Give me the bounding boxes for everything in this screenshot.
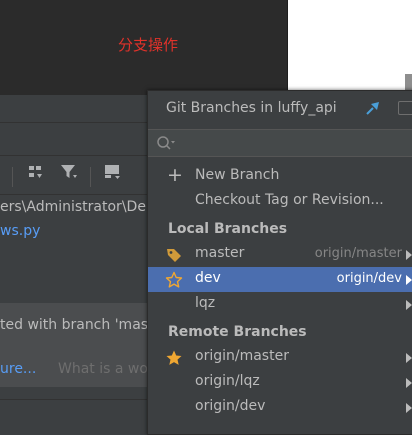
remote-branch-origin-master[interactable]: origin/master	[148, 345, 412, 370]
pin-icon[interactable]	[364, 99, 382, 117]
remote-branches-header: Remote Branches	[168, 324, 307, 340]
notification-hint[interactable]: What is a wo	[58, 361, 148, 377]
submenu-arrow-icon	[406, 378, 412, 388]
search-icon	[156, 135, 176, 153]
submenu-arrow-icon	[406, 300, 412, 310]
file-link[interactable]: ws.py	[0, 223, 40, 239]
toolbar-separator	[12, 167, 13, 187]
background-window-edge	[405, 0, 412, 74]
working-dir-path: ers\Administrator\De	[0, 199, 146, 215]
annotation-label: 分支操作	[118, 36, 179, 54]
remote-branch-origin-dev[interactable]: origin/dev	[148, 395, 412, 420]
action-label: New Branch	[195, 167, 280, 183]
local-branches-header: Local Branches	[168, 221, 288, 237]
action-label: Checkout Tag or Revision...	[195, 192, 384, 208]
local-branch-dev[interactable]: dev origin/dev	[148, 267, 412, 292]
branch-tracking: origin/dev	[336, 271, 402, 286]
submenu-arrow-icon	[406, 275, 412, 285]
branch-name: lqz	[195, 295, 216, 311]
toolbar-separator	[90, 167, 91, 187]
notification-link[interactable]: ure...	[0, 361, 36, 377]
star-filled-icon	[165, 349, 183, 367]
branch-name: origin/lqz	[195, 373, 260, 389]
popup-title: Git Branches in luffy_api	[166, 100, 337, 116]
local-branch-lqz[interactable]: lqz	[148, 292, 412, 317]
tag-icon	[165, 246, 183, 264]
checkout-tag-action[interactable]: Checkout Tag or Revision...	[148, 189, 412, 214]
popup-header: Git Branches in luffy_api	[148, 91, 412, 129]
local-branch-master[interactable]: master origin/master	[148, 242, 412, 267]
background-window	[288, 0, 405, 94]
group-icon[interactable]	[28, 164, 44, 184]
window-icon[interactable]	[398, 101, 412, 115]
branch-name: origin/dev	[195, 398, 266, 414]
branch-name: origin/master	[195, 348, 289, 364]
submenu-arrow-icon	[406, 403, 412, 413]
branch-name: dev	[195, 270, 221, 286]
filter-icon[interactable]	[60, 164, 78, 184]
editor-top-area: 分支操作	[0, 0, 288, 95]
plus-icon: +	[167, 164, 183, 186]
submenu-arrow-icon	[406, 353, 412, 363]
new-branch-action[interactable]: + New Branch	[148, 164, 412, 189]
git-branches-popup: Git Branches in luffy_api + New Branch C…	[147, 90, 412, 435]
star-outline-icon	[165, 271, 183, 289]
branch-name: master	[195, 245, 245, 261]
submenu-arrow-icon	[406, 250, 412, 260]
branch-tracking: origin/master	[314, 246, 402, 261]
branch-search-field[interactable]	[148, 129, 412, 157]
layout-icon[interactable]	[104, 164, 122, 184]
notification-text: ted with branch 'mas	[0, 317, 149, 333]
remote-branch-origin-lqz[interactable]: origin/lqz	[148, 370, 412, 395]
